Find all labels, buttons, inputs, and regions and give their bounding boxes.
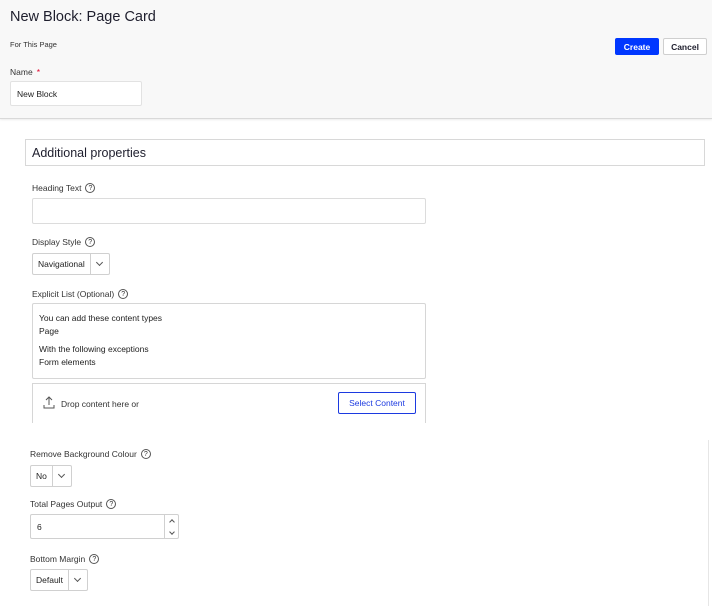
display-style-label: Display Style ? (32, 237, 96, 247)
content-types-value: Page (39, 326, 59, 336)
divider (708, 440, 709, 606)
explicit-list-label-text: Explicit List (Optional) (32, 289, 115, 299)
display-style-label-text: Display Style (32, 237, 82, 247)
page-header: New Block: Page Card For This Page Creat… (0, 0, 712, 119)
stepper-up-icon[interactable] (165, 515, 178, 526)
page-title: New Block: Page Card (10, 9, 156, 25)
chevron-down-icon[interactable] (53, 466, 71, 486)
display-style-select[interactable]: Navigational (32, 253, 110, 275)
create-button[interactable]: Create (615, 38, 659, 55)
select-content-button[interactable]: Select Content (338, 392, 416, 414)
page-subtitle: For This Page (10, 40, 57, 49)
stepper-down-icon[interactable] (165, 527, 178, 538)
drop-content-text: Drop content here or (61, 399, 139, 409)
total-pages-input[interactable]: 6 (30, 514, 179, 539)
total-pages-label-text: Total Pages Output (30, 499, 103, 509)
exceptions-heading: With the following exceptions (39, 344, 149, 354)
remove-background-select[interactable]: No (30, 465, 72, 487)
remove-background-value: No (31, 466, 53, 486)
name-label: Name * (10, 67, 40, 77)
help-icon[interactable]: ? (89, 554, 100, 564)
bottom-margin-label-text: Bottom Margin (30, 554, 86, 564)
cancel-button[interactable]: Cancel (663, 38, 707, 55)
help-icon[interactable]: ? (140, 449, 151, 459)
bottom-margin-value: Default (31, 570, 69, 590)
help-icon[interactable]: ? (85, 237, 96, 247)
heading-text-input[interactable] (32, 198, 426, 224)
chevron-down-icon[interactable] (91, 254, 109, 274)
name-label-text: Name (10, 67, 33, 77)
required-marker: * (36, 67, 40, 77)
chevron-down-icon[interactable] (69, 570, 87, 590)
total-pages-label: Total Pages Output ? (30, 499, 117, 509)
bottom-margin-label: Bottom Margin ? (30, 554, 100, 564)
upload-icon (43, 396, 55, 409)
display-style-value: Navigational (33, 254, 91, 274)
help-icon[interactable]: ? (106, 499, 117, 509)
heading-text-label-text: Heading Text (32, 183, 82, 193)
number-stepper[interactable] (164, 515, 178, 538)
content-types-heading: You can add these content types (39, 313, 163, 323)
explicit-list-label: Explicit List (Optional) ? (32, 289, 129, 299)
heading-text-label: Heading Text ? (32, 183, 96, 193)
bottom-margin-select[interactable]: Default (30, 569, 88, 591)
content-drop-zone[interactable]: Drop content here or Select Content (32, 383, 426, 423)
remove-background-label-text: Remove Background Colour (30, 449, 137, 459)
remove-background-label: Remove Background Colour ? (30, 449, 151, 459)
section-title: Additional properties (32, 146, 146, 160)
name-input[interactable] (10, 81, 142, 106)
additional-properties-header: Additional properties (25, 139, 705, 166)
help-icon[interactable]: ? (85, 183, 96, 193)
help-icon[interactable]: ? (118, 289, 129, 299)
explicit-list-info: You can add these content types Page Wit… (32, 303, 426, 379)
exceptions-value: Form elements (39, 357, 96, 367)
total-pages-value: 6 (37, 522, 42, 532)
